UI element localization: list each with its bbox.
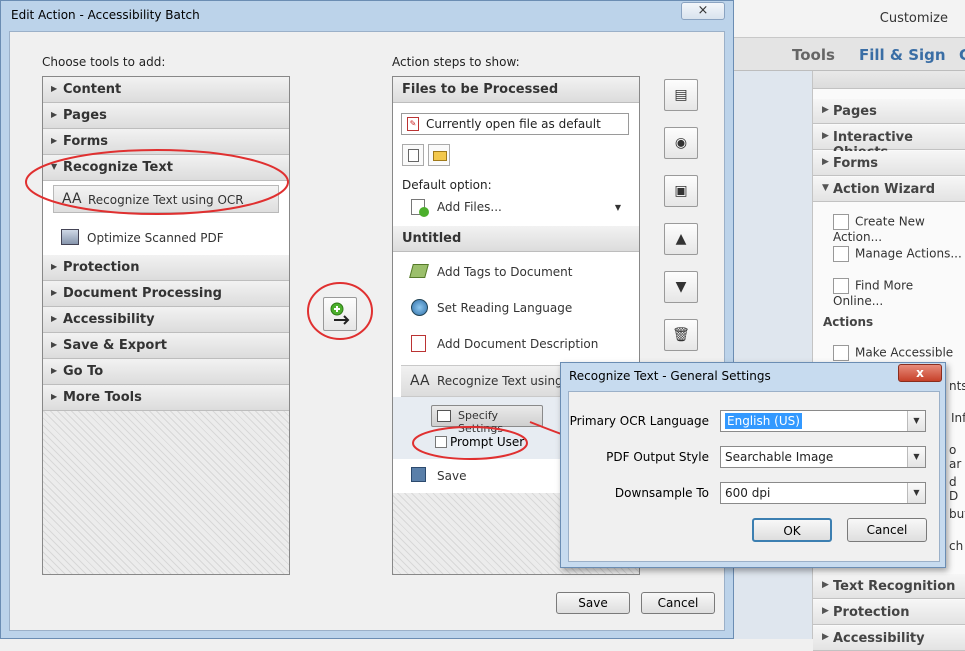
pdf-output-style-select[interactable]: Searchable Image ▼ — [720, 446, 926, 468]
annotation-ring — [307, 282, 373, 340]
close-button[interactable]: x — [898, 364, 942, 382]
chevron-down-icon: ▼ — [907, 447, 925, 467]
subdialog-body: Primary OCR Language English (US) ▼ PDF … — [568, 391, 940, 562]
primary-ocr-language-label: Primary OCR Language — [569, 414, 709, 428]
close-icon: x — [916, 366, 924, 380]
annotation-ring — [412, 426, 528, 460]
chevron-down-icon: ▼ — [907, 411, 925, 431]
recognize-text-settings-dialog: Recognize Text - General Settings x Prim… — [560, 362, 946, 568]
annotation-ring — [25, 149, 289, 215]
downsample-to-label: Downsample To — [614, 486, 709, 500]
downsample-to-select[interactable]: 600 dpi ▼ — [720, 482, 926, 504]
subdialog-title: Recognize Text - General Settings — [569, 369, 771, 383]
primary-ocr-language-select[interactable]: English (US) ▼ — [720, 410, 926, 432]
pdf-output-style-label: PDF Output Style — [606, 450, 709, 464]
cancel-button[interactable]: Cancel — [847, 518, 927, 542]
ok-button[interactable]: OK — [752, 518, 832, 542]
chevron-down-icon: ▼ — [907, 483, 925, 503]
